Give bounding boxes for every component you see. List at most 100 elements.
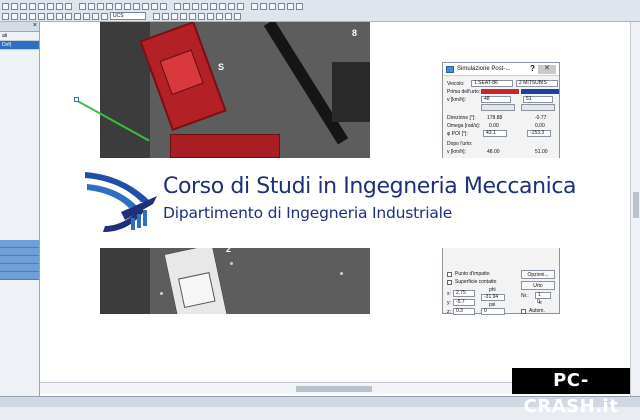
toolbar-button[interactable]	[210, 2, 217, 10]
toolbar-button[interactable]	[189, 12, 196, 20]
toolbar-button[interactable]	[237, 2, 244, 10]
z-label: z:	[447, 309, 451, 315]
toolbar-button[interactable]	[97, 2, 104, 10]
close-icon[interactable]: ×	[33, 22, 37, 29]
trajectory-handle[interactable]	[74, 97, 79, 102]
unit-button[interactable]: Urto	[521, 281, 555, 290]
toolbar-button[interactable]	[219, 2, 226, 10]
toolbar-button[interactable]	[47, 2, 54, 10]
toolbar-button[interactable]	[183, 2, 190, 10]
toolbar-button[interactable]	[65, 12, 72, 20]
toolbar-button[interactable]	[101, 12, 108, 20]
psi-input[interactable]: 0	[481, 308, 505, 315]
toolbar-button[interactable]	[216, 12, 223, 20]
toolbar-button[interactable]	[296, 2, 303, 10]
toolbar-button[interactable]	[162, 12, 169, 20]
toolbar-button[interactable]	[228, 2, 235, 10]
scroll-thumb[interactable]	[633, 192, 639, 218]
velocity-2-input[interactable]: 51	[523, 96, 553, 103]
y-input[interactable]: -5.7	[453, 299, 475, 306]
toolbar-button[interactable]	[29, 12, 36, 20]
toolbar-button[interactable]	[83, 12, 90, 20]
poi-1-input[interactable]: 43.1	[483, 130, 507, 137]
toolbar-button[interactable]	[20, 2, 27, 10]
toolbar-button[interactable]	[88, 2, 95, 10]
nr-input[interactable]: 1	[535, 292, 551, 299]
toolbar-button[interactable]	[2, 2, 9, 10]
toolbar-button[interactable]	[133, 2, 140, 10]
sidebar-bar[interactable]	[0, 272, 39, 280]
toolbar-button[interactable]	[56, 12, 63, 20]
toolbar-button[interactable]	[79, 2, 86, 10]
vehicle-2-select[interactable]: 2 MITSUBIS	[516, 80, 558, 87]
sidebar-bar[interactable]	[0, 264, 39, 272]
toolbar-button[interactable]	[192, 2, 199, 10]
toolbar-button[interactable]	[47, 12, 54, 20]
toolbar-button[interactable]	[106, 2, 113, 10]
velocity-1-input[interactable]: 48	[481, 96, 511, 103]
sidebar-bar[interactable]	[0, 248, 39, 256]
contact-surface-checkbox[interactable]	[447, 280, 452, 285]
toolbar-button[interactable]	[142, 2, 149, 10]
toolbar-button[interactable]	[278, 2, 285, 10]
auto-checkbox[interactable]	[521, 309, 526, 314]
sidebar-item[interactable]: ati	[0, 32, 39, 41]
toolbar-button[interactable]	[207, 12, 214, 20]
z-input[interactable]: 0.3	[453, 308, 475, 315]
coord-system-select[interactable]: UCS	[110, 12, 146, 20]
vehicle-red[interactable]	[139, 22, 227, 132]
toolbar-button[interactable]	[225, 12, 232, 20]
toolbar-button[interactable]	[2, 12, 9, 20]
toolbar-button[interactable]	[38, 12, 45, 20]
options-button[interactable]: Opzioni...	[521, 270, 555, 279]
before-label: Prima dell'urto:	[447, 89, 481, 95]
toolbar-button[interactable]	[171, 12, 178, 20]
toolbar-button[interactable]	[153, 12, 160, 20]
toolbar-button[interactable]	[269, 2, 276, 10]
vehicle-white[interactable]	[163, 243, 231, 314]
toolbar-button[interactable]	[56, 2, 63, 10]
pc-crash-watermark: PC-CRASH.it	[512, 368, 630, 417]
toolbar-button[interactable]	[198, 12, 205, 20]
velocity-after-row: v [km/h]: 48.00 51.00	[443, 148, 559, 156]
toolbar-button[interactable]	[11, 2, 18, 10]
toolbar-button[interactable]	[38, 2, 45, 10]
toolbar-button[interactable]	[20, 12, 27, 20]
impact-section: Punto d'impatto Superficie contatto Opzi…	[443, 269, 561, 315]
toolbar-button[interactable]	[65, 2, 72, 10]
help-icon[interactable]: ?	[530, 64, 535, 73]
velocity-2-slider[interactable]	[521, 104, 555, 111]
toolbar-button[interactable]	[124, 2, 131, 10]
x-label: x:	[447, 291, 451, 297]
poi-label: φ POI [°]:	[447, 131, 468, 137]
toolbar-button[interactable]	[174, 2, 181, 10]
toolbar-button[interactable]	[160, 2, 167, 10]
toolbar-button[interactable]	[92, 12, 99, 20]
toolbar-button[interactable]	[29, 2, 36, 10]
vehicle-1-select[interactable]: 1 SEAT-86	[471, 80, 513, 87]
scroll-thumb[interactable]	[296, 386, 372, 392]
sidebar-bar[interactable]	[0, 256, 39, 264]
toolbar-button[interactable]	[234, 12, 241, 20]
toolbar-button[interactable]	[74, 12, 81, 20]
x-input[interactable]: 2.75	[453, 290, 475, 297]
dialog-titlebar[interactable]: Simulazione Post-... ? ✕	[443, 63, 559, 76]
velocity-1-slider[interactable]	[481, 104, 515, 111]
impact-point-checkbox[interactable]	[447, 272, 452, 277]
toolbar-button[interactable]	[201, 2, 208, 10]
toolbar-button[interactable]	[251, 2, 258, 10]
vertical-scrollbar[interactable]	[630, 22, 640, 396]
main-toolbar: UCS	[0, 0, 640, 22]
sidebar-bar[interactable]	[0, 240, 39, 248]
toolbar-button[interactable]	[260, 2, 267, 10]
toolbar-button[interactable]	[287, 2, 294, 10]
toolbar-button[interactable]	[180, 12, 187, 20]
close-button[interactable]: ✕	[538, 65, 556, 74]
toolbar-button[interactable]	[115, 2, 122, 10]
vehicle-red-2[interactable]	[170, 134, 280, 158]
poi-2-input[interactable]: -153.3	[527, 130, 551, 137]
toolbar-button[interactable]	[11, 12, 18, 20]
sidebar-item-selected[interactable]: Def)	[0, 41, 39, 50]
phi-input[interactable]: -31.94	[481, 294, 505, 301]
toolbar-button[interactable]	[151, 2, 158, 10]
